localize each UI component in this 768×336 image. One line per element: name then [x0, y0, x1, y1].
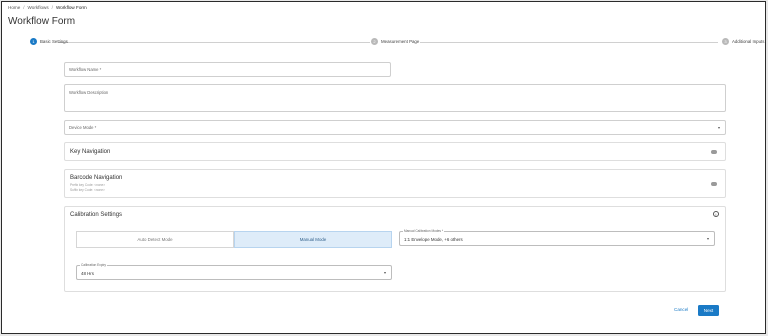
- manual-calibration-modes-value: 1:1 Envelope Mode, +6 others: [404, 236, 463, 242]
- step-number-badge: 3: [722, 38, 729, 45]
- breadcrumb-separator: /: [51, 5, 53, 10]
- workflow-name-label: Workflow Name *: [69, 67, 102, 72]
- chevron-down-icon: ▾: [706, 236, 709, 241]
- manual-calibration-modes-label: Manual Calibration Modes *: [403, 229, 445, 233]
- info-icon[interactable]: i: [713, 211, 719, 217]
- stepper: 1 Basic Settings 2 Measurement Page 3 Ad…: [30, 38, 764, 46]
- auto-detect-mode-button[interactable]: Auto Detect Mode: [76, 231, 234, 248]
- step-basic-settings[interactable]: 1 Basic Settings: [30, 38, 68, 45]
- barcode-suffix-text: Suffix key Code: <none>: [70, 187, 105, 192]
- calibration-expiry-label: Calibration Expiry: [80, 263, 107, 267]
- breadcrumb-home-link[interactable]: Home: [8, 5, 20, 10]
- step-measurement-page[interactable]: 2 Measurement Page: [371, 38, 419, 45]
- breadcrumb: Home / Workflows / Workflow Form: [8, 5, 87, 10]
- chevron-down-icon: ▾: [717, 125, 720, 130]
- calibration-expiry-select[interactable]: Calibration Expiry 48 Hrs ▾: [76, 263, 392, 280]
- stepper-connector: [420, 41, 718, 43]
- app-window: Home / Workflows / Workflow Form Workflow Fo…: [1, 1, 766, 334]
- workflow-name-field[interactable]: Workflow Name *: [64, 62, 391, 77]
- toggle-icon[interactable]: [711, 150, 717, 154]
- key-navigation-panel[interactable]: Key Navigation: [64, 142, 726, 161]
- next-button[interactable]: Next: [698, 305, 719, 316]
- workflow-description-field[interactable]: Workflow Description: [64, 84, 726, 112]
- workflow-description-label: Workflow Description: [69, 90, 109, 95]
- page-title: Workflow Form: [8, 16, 76, 27]
- calibration-settings-panel: Calibration Settings i Auto Detect Mode …: [64, 206, 726, 292]
- cancel-button[interactable]: Cancel: [674, 307, 688, 312]
- manual-mode-button[interactable]: Manual Mode: [234, 231, 392, 248]
- step-label: Additional Inputs: [732, 39, 765, 44]
- device-mode-label: Device Mode *: [69, 125, 97, 130]
- calibration-settings-title: Calibration Settings: [70, 212, 123, 218]
- step-additional-inputs[interactable]: 3 Additional Inputs: [722, 38, 764, 45]
- breadcrumb-workflows-link[interactable]: Workflows: [28, 5, 49, 10]
- manual-calibration-modes-select[interactable]: Manual Calibration Modes * 1:1 Envelope …: [399, 229, 715, 246]
- step-label: Basic Settings: [40, 39, 68, 44]
- breadcrumb-separator: /: [23, 5, 25, 10]
- step-label: Measurement Page: [381, 39, 420, 44]
- key-navigation-title: Key Navigation: [70, 149, 111, 155]
- step-number-badge: 2: [371, 38, 378, 45]
- device-mode-select[interactable]: Device Mode * ▾: [64, 120, 726, 135]
- stepper-connector: [58, 41, 370, 43]
- calibration-expiry-value: 48 Hrs: [81, 270, 94, 276]
- toggle-icon[interactable]: [711, 182, 717, 186]
- barcode-navigation-panel[interactable]: Barcode Navigation Prefix key Code: <non…: [64, 169, 726, 198]
- barcode-navigation-title: Barcode Navigation: [70, 175, 123, 181]
- chevron-down-icon: ▾: [383, 270, 386, 275]
- step-number-badge: 1: [30, 38, 37, 45]
- breadcrumb-current: Workflow Form: [55, 5, 87, 10]
